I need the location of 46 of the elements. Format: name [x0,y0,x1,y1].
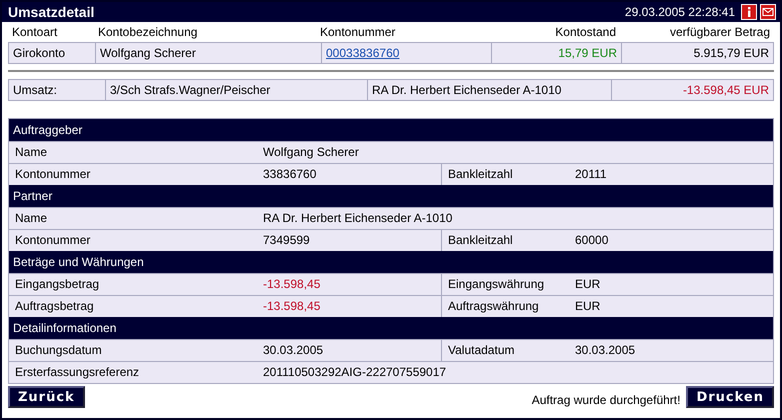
envelope-icon[interactable] [760,4,776,20]
transaction-text: 3/Sch Strafs.Wagner/Peischer [105,80,367,100]
field-label: Eingangsbetrag [14,276,100,293]
field-value: 7349599 [262,232,311,249]
section-header: Partner [9,185,773,207]
field-value: EUR [574,276,602,293]
field-label: Kontonummer [14,232,92,249]
back-button[interactable]: Zurück [8,386,85,408]
column-header: Kontobezeichnung [97,24,198,41]
partner-name: RA Dr. Herbert Eichenseder A-1010 [367,80,611,100]
table-cell: Wolfgang Scherer [95,43,321,63]
column-header: Kontonummer [320,24,396,41]
umsatz-label: Umsatz: [12,82,58,99]
field-value: 60000 [574,232,610,249]
info-icon[interactable] [741,4,757,20]
field-label: Name [14,144,48,161]
field-value: EUR [574,298,602,315]
field-label: Name [14,210,48,227]
field-label: Ersterfassungsreferenz [14,364,140,381]
field-value: 30.03.2005 [262,342,324,359]
window-title: Umsatzdetail [8,4,96,20]
section-header: Auftraggeber [9,119,773,141]
table-cell: 15,79 EUR [491,43,621,63]
column-header: Kontoart [11,24,58,41]
field-value: Wolfgang Scherer [262,144,360,161]
status-message: Auftrag wurde durchgeführt! [532,393,680,407]
date-time: 29.03.2005 22:28:41 [624,5,735,19]
print-button[interactable]: Drucken [686,386,774,408]
transaction-amount: -13.598,45 EUR [611,80,773,100]
table-cell: 5.915,79 EUR [621,43,773,63]
field-value: -13.598,45 [262,276,322,293]
column-header: Kontostand [554,24,617,41]
section-header: Beträge und Währungen [9,251,773,273]
field-value: RA Dr. Herbert Eichenseder A-1010 [262,210,454,227]
field-label: Auftragsbetrag [14,298,95,315]
field-label: Kontonummer [14,166,92,183]
field-value: 30.03.2005 [574,342,636,359]
field-label: Buchungsdatum [14,342,103,359]
field-value: -13.598,45 [262,298,322,315]
column-header: verfügbarer Betrag [668,24,771,41]
field-value: 20111 [574,166,608,183]
section-header: Detailinformationen [9,317,773,339]
account-number-link[interactable]: 00033836760 [326,46,400,60]
field-value: 201110503292AIG-222707559017 [262,364,448,381]
field-value: 33836760 [262,166,318,183]
table-cell-text: Girokonto [12,45,66,62]
